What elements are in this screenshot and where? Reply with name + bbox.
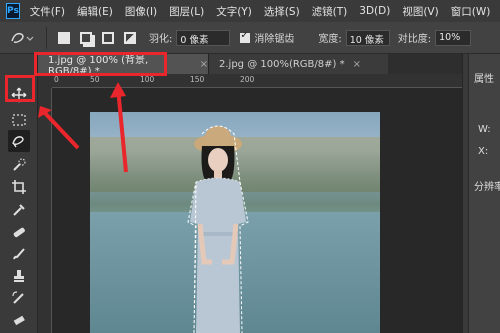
- add-selection-icon[interactable]: [80, 31, 92, 44]
- resolution-label: 分辨率: [474, 182, 500, 193]
- brush-tool[interactable]: [8, 243, 30, 265]
- ruler-tick-label: 200: [240, 75, 255, 84]
- eraser-icon: [13, 315, 25, 326]
- stamp-icon: [14, 270, 24, 282]
- x-label: X:: [478, 146, 489, 157]
- ruler-tick-label: 0: [54, 75, 59, 84]
- ruler-tick-label: 150: [190, 75, 205, 84]
- menu-layer[interactable]: 图层(L): [169, 4, 204, 19]
- quick-select-icon: [13, 158, 26, 171]
- tab-document-2[interactable]: 2.jpg @ 100%(RGB/8#) * ×: [208, 54, 388, 74]
- close-icon[interactable]: ×: [200, 59, 208, 70]
- marquee-tool[interactable]: [8, 109, 30, 131]
- menu-file[interactable]: 文件(F): [30, 4, 65, 19]
- menu-image[interactable]: 图像(I): [125, 4, 157, 19]
- healing-brush-icon: [13, 227, 25, 238]
- menu-select[interactable]: 选择(S): [264, 4, 300, 19]
- antialias-label: 消除锯齿: [254, 34, 295, 45]
- horizontal-ruler[interactable]: 0 50 100 150 200: [52, 74, 462, 88]
- properties-title: 属性: [474, 74, 494, 85]
- menu-window[interactable]: 窗口(W): [451, 4, 491, 19]
- new-selection-icon[interactable]: [58, 31, 70, 44]
- woman-figure: [187, 125, 249, 333]
- marquee-icon: [12, 114, 26, 126]
- eraser-tool[interactable]: [8, 309, 30, 331]
- canvas-area[interactable]: [52, 88, 462, 333]
- menu-bar: Ps 文件(F) 编辑(E) 图像(I) 图层(L) 文字(Y) 选择(S) 滤…: [0, 0, 500, 22]
- w-label: W:: [478, 124, 491, 135]
- intersect-selection-icon[interactable]: [124, 31, 136, 44]
- magnetic-lasso-icon: [12, 136, 24, 148]
- width-label: 宽度:: [318, 34, 342, 45]
- history-brush-tool[interactable]: [8, 287, 30, 309]
- brush-icon: [13, 248, 25, 260]
- menu-view[interactable]: 视图(V): [402, 4, 438, 19]
- contrast-input[interactable]: 10%: [435, 29, 472, 46]
- menu-type[interactable]: 文字(Y): [216, 4, 252, 19]
- menu-filter[interactable]: 滤镜(T): [312, 4, 348, 19]
- quick-select-tool[interactable]: [8, 154, 30, 176]
- close-icon[interactable]: ×: [353, 59, 361, 70]
- healing-brush-tool[interactable]: [8, 221, 30, 243]
- photoshop-logo: Ps: [6, 3, 20, 19]
- menu-3d[interactable]: 3D(D): [359, 5, 390, 17]
- crop-tool[interactable]: [8, 176, 30, 198]
- eyedropper-tool[interactable]: [8, 199, 30, 221]
- tab-highlight-box: [34, 52, 167, 76]
- tab-title: 2.jpg @ 100%(RGB/8#) *: [219, 58, 345, 70]
- tool-preset-picker[interactable]: [4, 25, 40, 51]
- width-input[interactable]: 10 像素: [345, 29, 390, 46]
- properties-panel: [468, 54, 500, 333]
- subtract-selection-icon[interactable]: [102, 31, 114, 44]
- separator: [46, 26, 47, 49]
- ruler-tick-label: 100: [140, 75, 155, 84]
- photo-image: [90, 112, 380, 333]
- antialias-checkbox[interactable]: [240, 30, 251, 43]
- menu-edit[interactable]: 编辑(E): [77, 4, 113, 19]
- feather-input[interactable]: 0 像素: [176, 29, 231, 46]
- lasso-tool[interactable]: [8, 130, 30, 152]
- crop-icon: [12, 180, 26, 194]
- clone-stamp-tool[interactable]: [8, 265, 30, 287]
- history-brush-icon: [12, 291, 24, 304]
- ruler-origin[interactable]: [38, 74, 52, 88]
- move-tool-highlight-box: [5, 75, 35, 102]
- vertical-ruler[interactable]: [38, 88, 52, 333]
- ruler-tick-label: 50: [90, 75, 100, 84]
- options-bar: 羽化: 0 像素 消除锯齿 宽度: 10 像素 对比度: 10%: [0, 22, 500, 54]
- magnetic-lasso-icon: [11, 32, 34, 43]
- feather-label: 羽化:: [149, 34, 173, 45]
- contrast-label: 对比度:: [397, 34, 432, 45]
- eyedropper-icon: [13, 204, 25, 216]
